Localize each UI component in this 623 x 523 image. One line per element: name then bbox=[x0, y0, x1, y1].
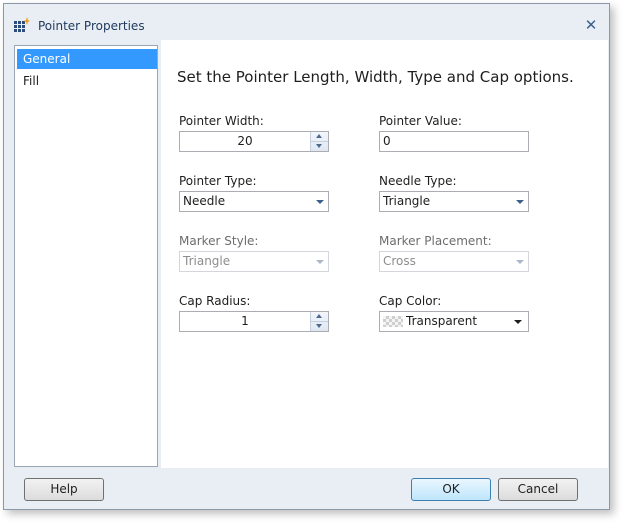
pointer-width-stepper[interactable]: 20 bbox=[179, 131, 329, 152]
needle-type-label: Needle Type: bbox=[379, 174, 457, 188]
spin-up-icon[interactable] bbox=[311, 312, 328, 322]
pointer-width-spin bbox=[310, 132, 328, 151]
cancel-button[interactable]: Cancel bbox=[498, 478, 578, 501]
pointer-type-select[interactable]: Needle bbox=[179, 191, 329, 212]
pointer-value-input[interactable]: 0 bbox=[379, 131, 529, 152]
cap-radius-stepper[interactable]: 1 bbox=[179, 311, 329, 332]
sidebar: General Fill bbox=[14, 45, 158, 467]
content-panel: Set the Pointer Length, Width, Type and … bbox=[161, 40, 608, 468]
needle-type-select[interactable]: Triangle bbox=[379, 191, 529, 212]
marker-placement-label: Marker Placement: bbox=[379, 234, 492, 248]
spin-down-icon[interactable] bbox=[311, 142, 328, 151]
marker-style-label: Marker Style: bbox=[179, 234, 259, 248]
app-grid-icon bbox=[14, 17, 30, 32]
page-title: Set the Pointer Length, Width, Type and … bbox=[177, 68, 574, 86]
spin-up-icon[interactable] bbox=[311, 132, 328, 142]
spin-down-icon[interactable] bbox=[311, 322, 328, 331]
marker-placement-value: Cross bbox=[383, 254, 416, 268]
dropdown-arrow-icon[interactable] bbox=[508, 312, 528, 331]
help-button[interactable]: Help bbox=[24, 478, 104, 501]
chevron-down-icon bbox=[316, 200, 324, 204]
transparent-swatch-icon bbox=[383, 316, 403, 327]
marker-placement-select: Cross bbox=[379, 251, 529, 272]
needle-type-value: Triangle bbox=[383, 194, 431, 208]
pointer-value-text: 0 bbox=[383, 134, 391, 148]
sidebar-item-label: General bbox=[23, 52, 71, 66]
sidebar-item-fill[interactable]: Fill bbox=[17, 71, 157, 91]
close-icon[interactable]: ✕ bbox=[583, 17, 599, 33]
chevron-down-icon bbox=[516, 260, 524, 264]
sidebar-item-label: Fill bbox=[23, 74, 40, 88]
cap-color-picker[interactable]: Transparent bbox=[379, 311, 529, 332]
pointer-width-value: 20 bbox=[237, 134, 253, 148]
title-bar: Pointer Properties ✕ bbox=[4, 4, 609, 40]
dialog-window: Pointer Properties ✕ General Fill Set th… bbox=[3, 3, 610, 510]
cap-color-label: Cap Color: bbox=[379, 294, 442, 308]
chevron-down-icon bbox=[516, 200, 524, 204]
marker-style-select: Triangle bbox=[179, 251, 329, 272]
pointer-type-value: Needle bbox=[183, 194, 226, 208]
marker-style-value: Triangle bbox=[183, 254, 231, 268]
cap-radius-value: 1 bbox=[241, 314, 249, 328]
cap-radius-label: Cap Radius: bbox=[179, 294, 251, 308]
pointer-width-label: Pointer Width: bbox=[179, 114, 264, 128]
sidebar-item-general[interactable]: General bbox=[17, 49, 157, 69]
cap-radius-spin bbox=[310, 312, 328, 331]
window-title: Pointer Properties bbox=[38, 19, 145, 33]
pointer-type-label: Pointer Type: bbox=[179, 174, 257, 188]
pointer-value-label: Pointer Value: bbox=[379, 114, 462, 128]
cap-color-value: Transparent bbox=[406, 314, 478, 328]
ok-button[interactable]: OK bbox=[411, 478, 491, 501]
chevron-down-icon bbox=[316, 260, 324, 264]
